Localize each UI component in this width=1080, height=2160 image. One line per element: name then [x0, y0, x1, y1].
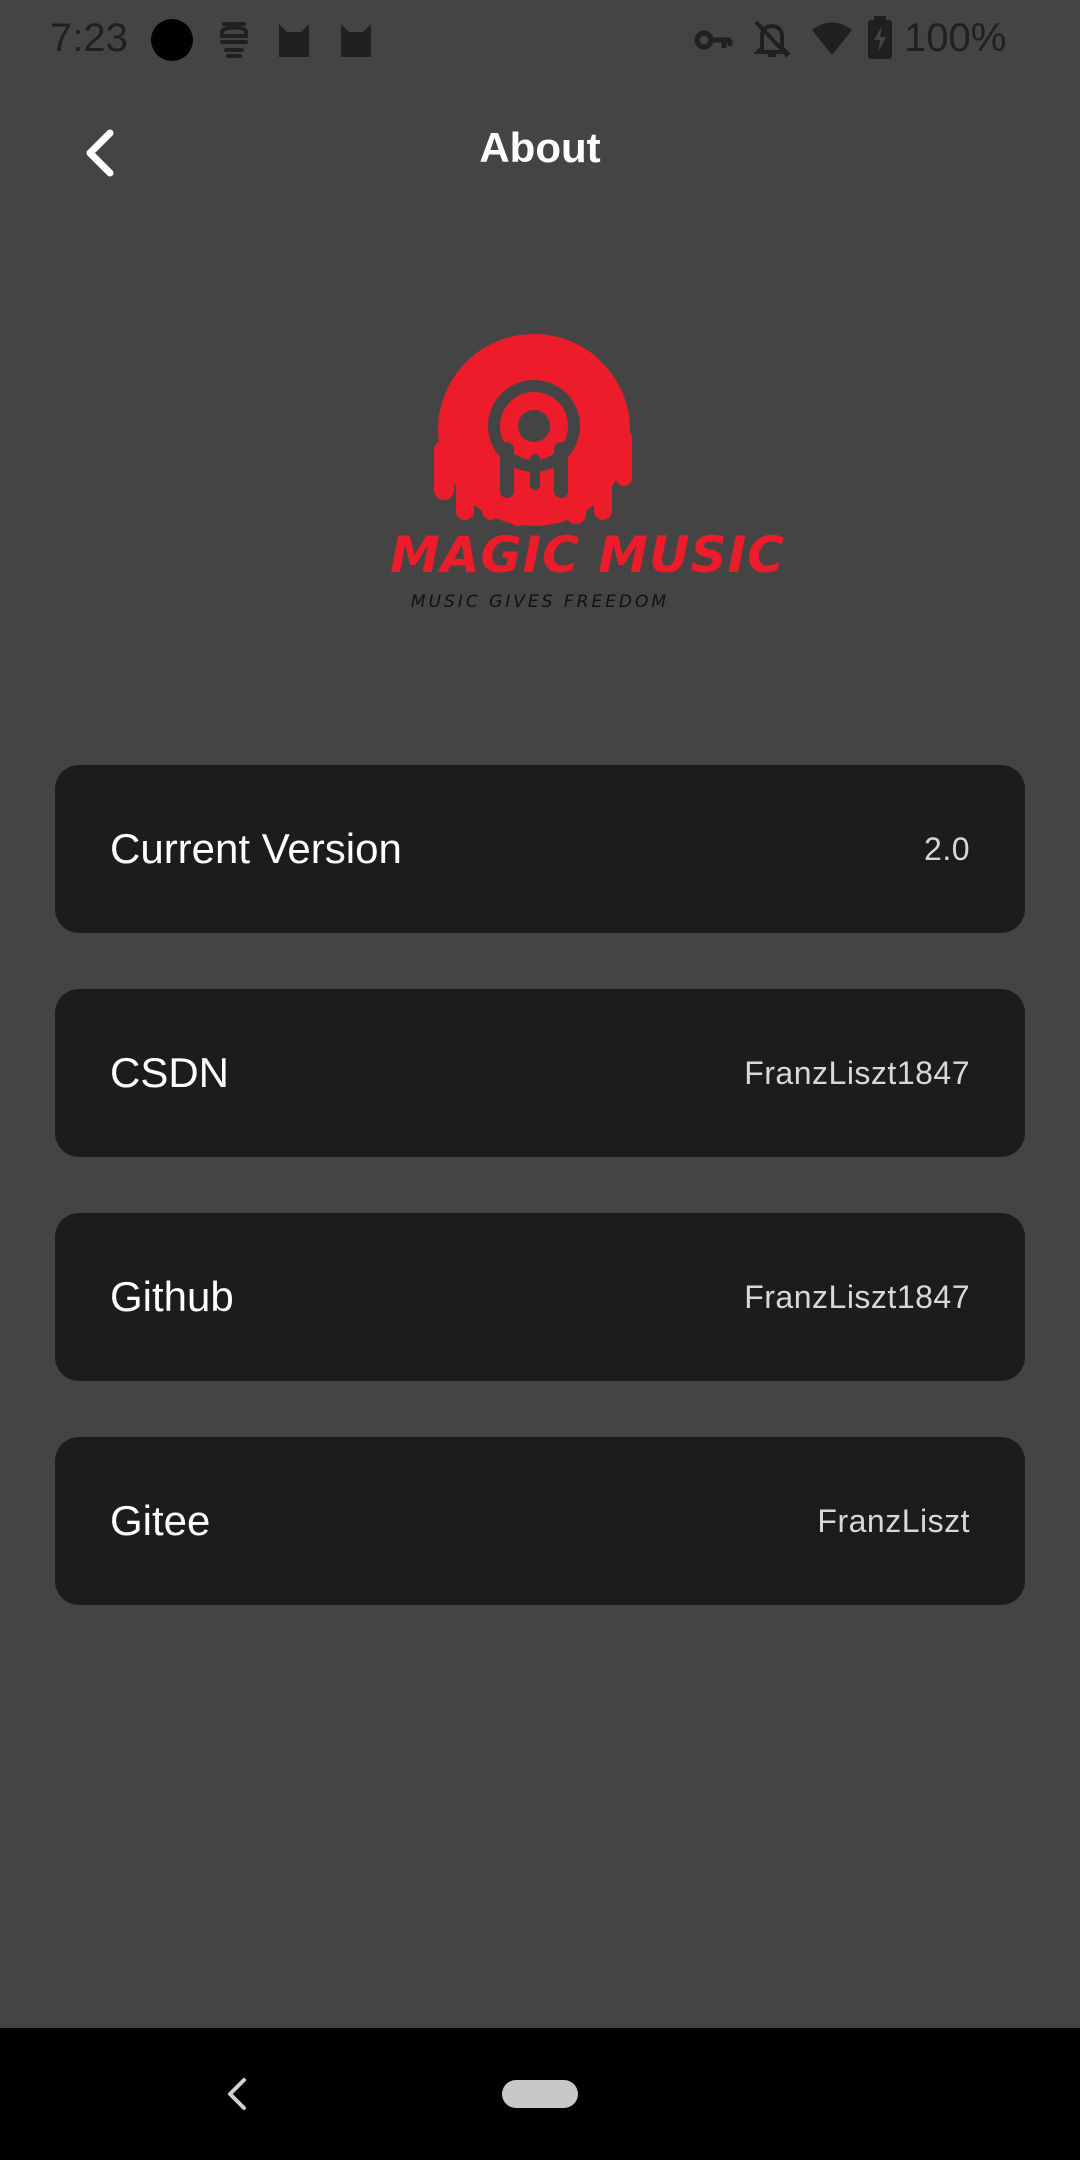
- status-bar: 7:23 100%: [0, 0, 1080, 78]
- csdn-row[interactable]: CSDN FranzLiszt1847: [55, 989, 1025, 1157]
- gitee-value: FranzLiszt: [817, 1503, 970, 1539]
- version-row[interactable]: Current Version 2.0: [55, 765, 1025, 933]
- csdn-value: FranzLiszt1847: [744, 1055, 970, 1091]
- top-app-bar: About: [0, 78, 1080, 224]
- github-label: Github: [110, 1273, 234, 1320]
- nav-back-icon: [228, 2078, 246, 2110]
- system-nav-bar: [0, 2028, 1080, 2160]
- cat-icon: [338, 20, 374, 63]
- gitee-row[interactable]: Gitee FranzLiszt: [55, 1437, 1025, 1605]
- info-list: Current Version 2.0 CSDN FranzLiszt1847 …: [55, 765, 1025, 1661]
- github-row[interactable]: Github FranzLiszt1847: [55, 1213, 1025, 1381]
- vinyl-drip-icon: [434, 334, 632, 526]
- wifi-icon: [810, 20, 854, 61]
- csdn-label: CSDN: [110, 1049, 230, 1096]
- sim-icon: [218, 20, 250, 65]
- gitee-label: Gitee: [110, 1497, 211, 1544]
- version-value: 2.0: [924, 831, 970, 867]
- status-time: 7:23: [50, 16, 128, 60]
- app-logo: MAGIC MUSIC MUSIC GIVES FREEDOM: [390, 330, 785, 620]
- record-dot-icon: [150, 18, 194, 67]
- notifications-off-icon: [752, 18, 792, 65]
- battery-percent: 100%: [904, 16, 1007, 60]
- home-pill-icon[interactable]: [502, 2080, 578, 2108]
- version-label: Current Version: [110, 825, 402, 872]
- page-title: About: [479, 124, 601, 171]
- logo-tagline: MUSIC GIVES FREEDOM: [410, 592, 670, 612]
- cat-icon: [276, 20, 312, 63]
- github-value: FranzLiszt1847: [744, 1279, 970, 1315]
- battery-charging-icon: [866, 16, 894, 65]
- nav-back-button[interactable]: [218, 2074, 258, 2114]
- logo-brand-text: MAGIC MUSIC: [390, 526, 785, 584]
- vpn-key-icon: [694, 26, 734, 59]
